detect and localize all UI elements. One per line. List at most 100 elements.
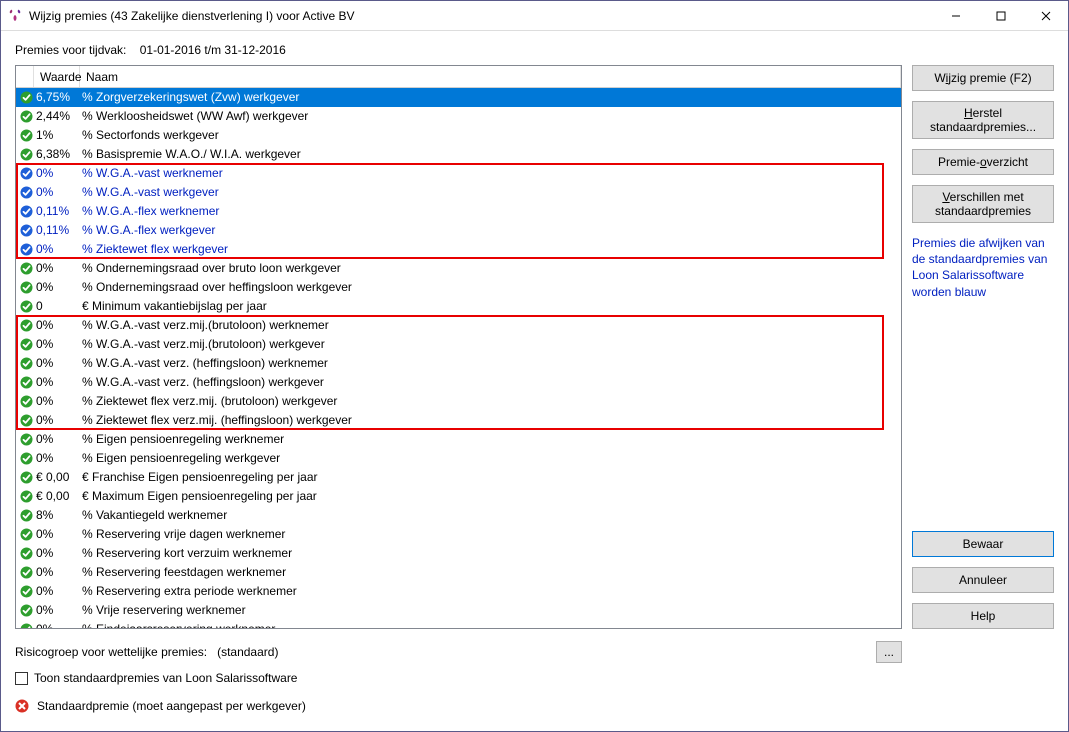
row-value: 2,44% [34,107,80,126]
check-deviant-icon [16,186,34,199]
herstel-standaardpremies-button[interactable]: Herstel standaardpremies... [912,101,1054,139]
close-button[interactable] [1023,1,1068,31]
row-name: % W.G.A.-vast werkgever [80,183,901,202]
check-deviant-icon [16,224,34,237]
table-row[interactable]: 0%% W.G.A.-vast verz. (heffingsloon) wer… [16,373,901,392]
check-deviant-icon [16,243,34,256]
check-ok-icon [16,338,34,351]
table-row[interactable]: 0%% Ondernemingsraad over bruto loon wer… [16,259,901,278]
minimize-button[interactable] [933,1,978,31]
table-row[interactable]: 0%% W.G.A.-vast verz.mij.(brutoloon) wer… [16,335,901,354]
row-value: 0 [34,297,80,316]
col-value[interactable]: Waarde [34,66,80,87]
table-row[interactable]: 0%% Ziektewet flex werkgever [16,240,901,259]
table-row[interactable]: 2,44%% Werkloosheidswet (WW Awf) werkgev… [16,107,901,126]
table-row[interactable]: 0%% Eigen pensioenregeling werknemer [16,430,901,449]
table-row[interactable]: 6,38%% Basispremie W.A.O./ W.I.A. werkge… [16,145,901,164]
table-row[interactable]: 0,11%% W.G.A.-flex werknemer [16,202,901,221]
row-value: 1% [34,126,80,145]
premie-overzicht-button[interactable]: Premie-overzicht [912,149,1054,175]
table-row[interactable]: 0%% W.G.A.-vast werkgever [16,183,901,202]
check-ok-icon [16,566,34,579]
row-value: € 0,00 [34,487,80,506]
table-row[interactable]: 0%% Reservering feestdagen werknemer [16,563,901,582]
row-name: % Vakantiegeld werknemer [80,506,901,525]
check-ok-icon [16,262,34,275]
check-ok-icon [16,547,34,560]
row-value: 0% [34,316,80,335]
titlebar: Wijzig premies (43 Zakelijke dienstverle… [1,1,1068,31]
maximize-button[interactable] [978,1,1023,31]
check-ok-icon [16,148,34,161]
toon-standaardpremies-checkbox[interactable] [15,672,28,685]
row-name: % Zorgverzekeringswet (Zvw) werkgever [80,88,901,107]
table-row[interactable]: 0%% Ondernemingsraad over heffingsloon w… [16,278,901,297]
check-ok-icon [16,300,34,313]
period-label: Premies voor tijdvak: [15,43,126,57]
row-name: € Maximum Eigen pensioenregeling per jaa… [80,487,901,506]
row-value: 0% [34,544,80,563]
row-name: % Reservering feestdagen werknemer [80,563,901,582]
wijzig-premie-button[interactable]: Wijzig premie (F2) [912,65,1054,91]
table-row[interactable]: 0%% Reservering vrije dagen werknemer [16,525,901,544]
risicogroep-browse-button[interactable]: ... [876,641,902,663]
row-value: 0% [34,183,80,202]
list-body[interactable]: 6,75%% Zorgverzekeringswet (Zvw) werkgev… [16,88,901,628]
table-row[interactable]: 0%% Reservering extra periode werknemer [16,582,901,601]
check-ok-icon [16,471,34,484]
premies-list: Waarde Naam 6,75%% Zorgverzekeringswet (… [15,65,902,629]
col-name[interactable]: Naam [80,66,901,87]
row-name: % W.G.A.-vast werknemer [80,164,901,183]
check-ok-icon [16,414,34,427]
row-value: 0% [34,582,80,601]
dialog-window: Wijzig premies (43 Zakelijke dienstverle… [0,0,1069,732]
check-ok-icon [16,433,34,446]
table-row[interactable]: 0€ Minimum vakantiebijslag per jaar [16,297,901,316]
table-row[interactable]: 1%% Sectorfonds werkgever [16,126,901,145]
table-row[interactable]: 0%% Ziektewet flex verz.mij. (heffingslo… [16,411,901,430]
table-row[interactable]: 0%% Vrije reservering werknemer [16,601,901,620]
table-row[interactable]: 0%% Eindejaarsreservering werknemer [16,620,901,628]
check-ok-icon [16,604,34,617]
table-row[interactable]: 0%% W.G.A.-vast werknemer [16,164,901,183]
row-name: % Werkloosheidswet (WW Awf) werkgever [80,107,901,126]
row-name: € Minimum vakantiebijslag per jaar [80,297,901,316]
help-button[interactable]: Help [912,603,1054,629]
table-row[interactable]: 8%% Vakantiegeld werknemer [16,506,901,525]
row-name: % Ondernemingsraad over bruto loon werkg… [80,259,901,278]
table-row[interactable]: 0%% Eigen pensioenregeling werkgever [16,449,901,468]
check-ok-icon [16,376,34,389]
table-row[interactable]: 0,11%% W.G.A.-flex werkgever [16,221,901,240]
col-icon[interactable] [16,66,34,87]
bewaar-button[interactable]: Bewaar [912,531,1054,557]
row-name: % Eigen pensioenregeling werkgever [80,449,901,468]
table-row[interactable]: 0%% Ziektewet flex verz.mij. (brutoloon)… [16,392,901,411]
row-name: % Ziektewet flex verz.mij. (brutoloon) w… [80,392,901,411]
annuleer-button[interactable]: Annuleer [912,567,1054,593]
row-name: % W.G.A.-flex werkgever [80,221,901,240]
row-value: 0% [34,335,80,354]
bottom-panel: Risicogroep voor wettelijke premies: (st… [15,637,1054,717]
row-name: % Basispremie W.A.O./ W.I.A. werkgever [80,145,901,164]
row-name: % Reservering kort verzuim werknemer [80,544,901,563]
row-value: 0% [34,373,80,392]
risicogroep-row: Risicogroep voor wettelijke premies: (st… [15,637,1054,667]
table-row[interactable]: € 0,00€ Maximum Eigen pensioenregeling p… [16,487,901,506]
table-row[interactable]: 0%% W.G.A.-vast verz.mij.(brutoloon) wer… [16,316,901,335]
row-value: 0% [34,164,80,183]
check-ok-icon [16,319,34,332]
table-row[interactable]: € 0,00€ Franchise Eigen pensioenregeling… [16,468,901,487]
verschillen-button[interactable]: Verschillen met standaardpremies [912,185,1054,223]
row-value: 0% [34,240,80,259]
row-name: % Ziektewet flex werkgever [80,240,901,259]
table-row[interactable]: 0%% W.G.A.-vast verz. (heffingsloon) wer… [16,354,901,373]
table-row[interactable]: 6,75%% Zorgverzekeringswet (Zvw) werkgev… [16,88,901,107]
check-ok-icon [16,528,34,541]
row-name: % W.G.A.-vast verz. (heffingsloon) werkg… [80,373,901,392]
row-value: 0,11% [34,221,80,240]
row-name: % W.G.A.-vast verz.mij.(brutoloon) werkg… [80,335,901,354]
table-row[interactable]: 0%% Reservering kort verzuim werknemer [16,544,901,563]
checkbox-row: Toon standaardpremies van Loon Salarisso… [15,667,1054,689]
period-label-row: Premies voor tijdvak: 01-01-2016 t/m 31-… [15,41,1054,65]
row-value: 6,75% [34,88,80,107]
